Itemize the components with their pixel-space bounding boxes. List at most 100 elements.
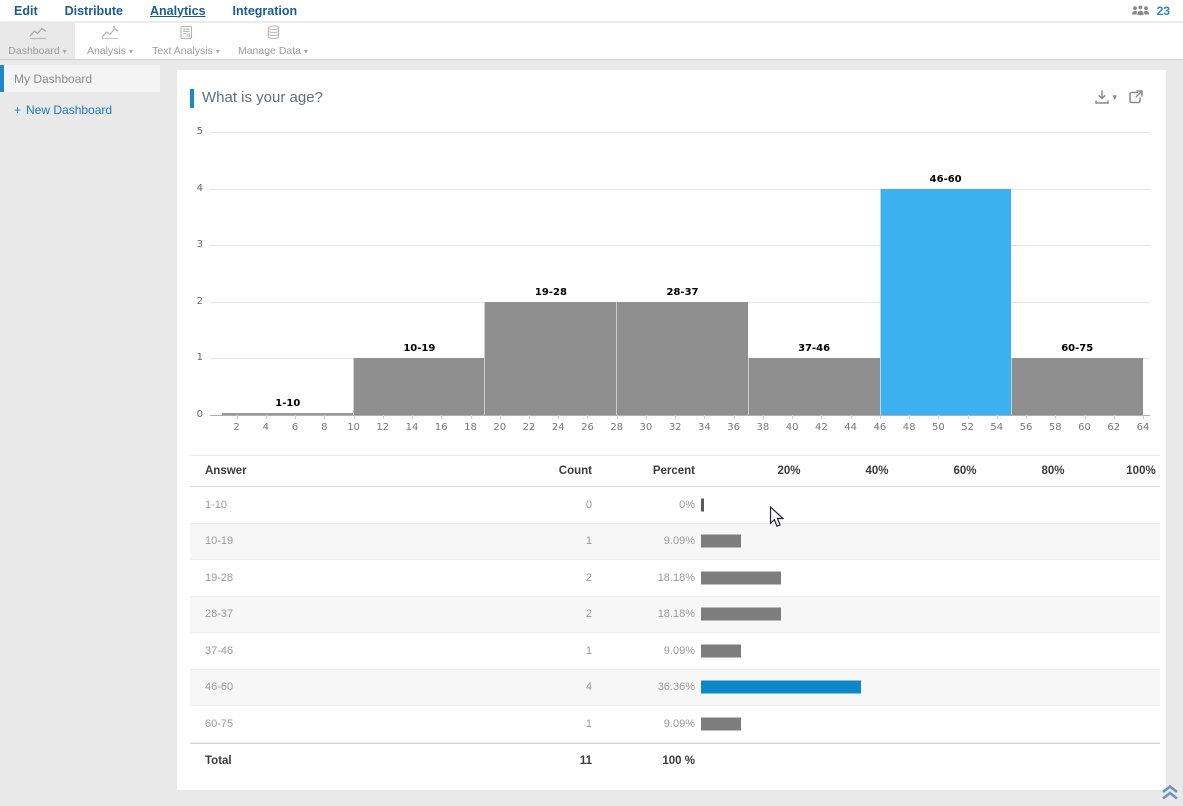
table-row[interactable]: 60-75 1 9.09% [190,706,1160,743]
table-body: 1-10 0 0% 10-19 1 9.09% 19-28 2 18.18% 28-37 2 18.1… [190,487,1160,743]
x-axis-tick [382,415,384,419]
sidebar-item-my-dashboard[interactable]: My Dashboard [0,65,160,92]
x-axis-line [210,415,1150,416]
table-row[interactable]: 10-19 1 9.09% [190,523,1160,560]
nav-distribute[interactable]: Distribute [65,4,123,18]
toolbar-analysis-label: Analysis [86,45,127,57]
nav-integration[interactable]: Integration [233,4,298,18]
nav-analytics[interactable]: Analytics [150,4,206,18]
x-axis-tick [675,415,677,419]
cell-answer: 19-28 [205,571,234,584]
histogram-bar[interactable] [616,301,748,415]
x-axis-tick [792,415,794,419]
percent-scale-label: 80% [1041,465,1065,477]
x-axis-tick [996,415,998,419]
nav-edit[interactable]: Edit [14,4,38,18]
table-row[interactable]: 1-10 0 0% [190,487,1160,524]
x-axis-tick-label: 8 [321,422,328,433]
toolbar-text-analysis-button[interactable]: Text Analysis ▾ [145,23,227,59]
table-header-row: Answer Count Percent 20% 40% 60% 80% 100% [190,455,1160,487]
x-axis-tick [324,415,326,419]
x-axis-tick-label: 38 [756,422,770,433]
cell-count: 1 [585,644,592,657]
chevron-down-icon: ▾ [304,47,309,56]
text-document-icon [180,25,193,40]
cell-percent: 9.09% [663,535,695,548]
x-axis-tick [353,415,355,419]
x-axis-tick-label: 28 [610,422,624,433]
x-axis-tick-label: 6 [291,422,299,433]
x-axis-tick-label: 46 [873,422,887,433]
x-axis-tick-label: 44 [844,422,857,433]
dashboard-chart-icon [29,27,46,40]
total-percent: 100 % [662,755,695,767]
percent-bar [701,680,861,694]
percent-bar [701,607,781,621]
toolbar-dashboard-button[interactable]: Dashboard ▾ [0,23,75,59]
table-row[interactable]: 28-37 2 18.18% [190,596,1160,633]
x-axis-tick [470,415,472,419]
x-axis-tick [529,415,530,419]
table-row[interactable]: 37-46 1 9.09% [190,633,1160,670]
x-axis-tick-label: 34 [698,422,711,433]
header-percent: Percent [652,465,695,477]
percent-bar [701,717,741,731]
cell-count: 1 [585,717,592,730]
toolbar-analysis-button[interactable]: Analysis ▾ [75,23,145,59]
respondent-count[interactable]: 23 [1157,4,1170,18]
question-panel: What is your age? ▾ 0 1 2 3 4 5 1-10 10-19 19-28… [177,70,1166,790]
x-axis-tick [1143,415,1144,419]
new-dashboard-label: New Dashboard [26,103,113,117]
header-answer: Answer [205,465,247,477]
x-axis-tick-label: 16 [434,422,448,433]
histogram-bar[interactable] [222,413,353,415]
table-row[interactable]: 19-28 2 18.18% [190,560,1160,597]
histogram-bar[interactable] [747,358,880,415]
cell-count: 2 [585,571,592,584]
x-axis-tick-label: 50 [931,422,945,433]
analysis-chart-icon [101,26,119,40]
toolbar-dashboard-label: Dashboard [8,45,60,57]
x-axis-tick [412,415,414,419]
percent-bar [701,534,741,548]
cell-percent: 0% [679,498,695,511]
histogram-bar[interactable] [879,188,1012,415]
x-axis-tick [938,415,940,419]
toolbar-text-analysis-label: Text Analysis [152,45,213,57]
x-axis-tick [499,415,501,419]
dashboard-sidebar: My Dashboard + New Dashboard [0,60,160,804]
toolbar-manage-data-button[interactable]: Manage Data ▾ [227,23,319,59]
histogram-bars [222,132,1144,415]
x-axis-tick [879,415,881,419]
total-count: 11 [579,755,592,767]
x-axis-tick [967,415,969,419]
histogram-bar[interactable] [1011,358,1144,415]
y-axis-tick-label: 2 [196,295,203,307]
x-axis-tick-label: 58 [1048,422,1062,433]
percent-bar [701,571,781,585]
cell-percent: 18.18% [657,608,695,621]
cell-percent: 36.36% [657,681,695,694]
scroll-to-top-button[interactable] [1160,784,1180,806]
respondents-icon[interactable] [1131,4,1150,17]
x-axis-tick [762,415,764,419]
y-axis-tick-label: 5 [196,126,203,137]
header-percent-scale: 20% 40% 60% 80% 100% [695,456,1160,486]
x-axis-tick-label: 64 [1136,422,1150,433]
x-axis-tick-label: 36 [727,422,741,433]
table-row[interactable]: 46-60 4 36.36% [190,669,1160,706]
percent-scale-label: 60% [953,465,977,477]
x-axis-tick [587,415,589,419]
x-axis-tick-label: 40 [785,422,799,433]
top-navigation: Edit Distribute Analytics Integration 23 [0,0,1183,22]
histogram-bar[interactable] [352,358,485,415]
histogram-bar[interactable] [484,301,617,415]
x-axis-tick-label: 32 [668,422,682,433]
cell-answer: 37-46 [205,644,234,657]
percent-bar [701,644,741,658]
x-axis-tick-label: 60 [1078,422,1091,433]
percent-scale-label: 40% [865,465,889,477]
y-axis-tick-label: 1 [196,352,203,364]
new-dashboard-button[interactable]: + New Dashboard [14,103,112,117]
x-axis-tick-label: 24 [551,422,565,433]
